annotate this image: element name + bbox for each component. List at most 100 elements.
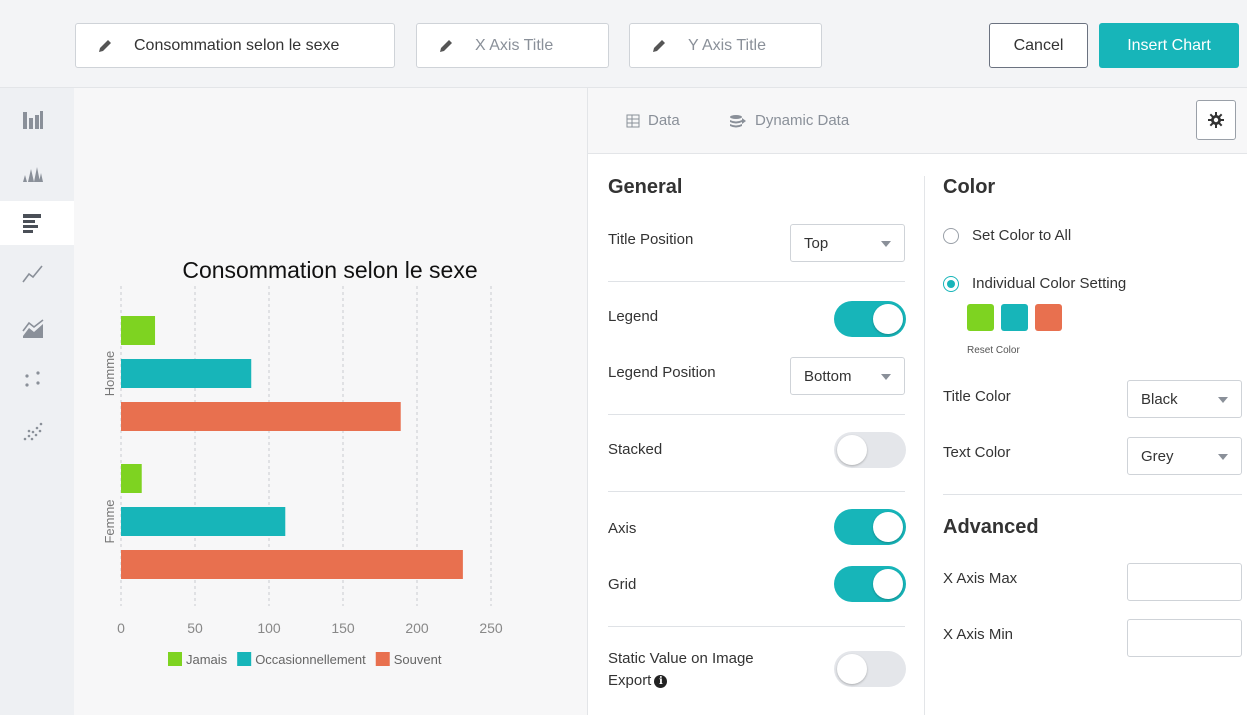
chart-title-input[interactable]: Consommation selon le sexe	[75, 23, 395, 68]
chevron-down-icon	[1218, 397, 1228, 403]
chevron-down-icon	[881, 374, 891, 380]
pencil-icon	[440, 39, 452, 52]
pencil-icon	[653, 39, 665, 52]
reset-color-link[interactable]: Reset Color	[967, 345, 1020, 356]
settings-gear-button[interactable]	[1196, 100, 1236, 140]
x-axis-min-input[interactable]	[1127, 619, 1242, 657]
bubble-scatter-icon[interactable]	[22, 420, 44, 442]
advanced-heading: Advanced	[943, 516, 1039, 538]
chevron-down-icon	[881, 241, 891, 247]
color-heading: Color	[943, 176, 996, 198]
category-label: Femme	[102, 499, 117, 543]
legend-label: Legend	[608, 308, 659, 325]
legend-label: Jamais	[186, 652, 228, 667]
legend-label: Souvent	[394, 652, 442, 667]
x-axis-title-placeholder: X Axis Title	[475, 36, 554, 54]
legend-label: Occasionnellement	[255, 652, 366, 667]
gear-icon	[1208, 112, 1224, 128]
legend-swatch	[375, 652, 390, 666]
legend-toggle[interactable]	[834, 301, 906, 337]
set-color-all-label: Set Color to All	[972, 227, 1072, 244]
stacked-label: Stacked	[608, 441, 663, 458]
x-tick-label: 0	[117, 620, 125, 636]
insert-chart-button[interactable]: Insert Chart	[1099, 23, 1239, 68]
text-color-select[interactable]: Grey	[1127, 437, 1242, 475]
chevron-down-icon	[1218, 454, 1228, 460]
legend-position-value: Bottom	[804, 367, 852, 385]
chart-title-value: Consommation selon le sexe	[134, 36, 340, 54]
title-position-select[interactable]: Top	[790, 224, 905, 262]
bar-chart: Consommation selon le sexe 0 50 100 150 200 25…	[102, 257, 503, 667]
column-divider	[924, 176, 925, 715]
histogram-icon[interactable]	[22, 161, 44, 183]
color-swatch[interactable]	[1035, 304, 1062, 331]
text-color-value: Grey	[1141, 447, 1174, 465]
axis-label: Axis	[608, 520, 637, 537]
static-value-toggle[interactable]	[834, 651, 906, 687]
y-axis-title-input[interactable]: Y Axis Title	[629, 23, 822, 68]
grid-toggle[interactable]	[834, 566, 906, 602]
legend-position-select[interactable]: Bottom	[790, 357, 905, 395]
info-icon[interactable]: i	[654, 674, 668, 688]
cancel-button[interactable]: Cancel	[989, 23, 1088, 68]
pencil-icon	[99, 39, 111, 52]
legend-position-label: Legend Position	[608, 364, 716, 381]
title-color-label: Title Color	[943, 388, 1011, 405]
divider	[608, 281, 905, 282]
database-icon	[730, 114, 746, 127]
static-value-label-line2: Export	[608, 672, 652, 689]
chart-editor-toolbar: Consommation selon le sexe X Axis Title …	[0, 0, 1247, 88]
x-axis-max-label: X Axis Max	[943, 570, 1018, 587]
divider	[608, 626, 905, 627]
tab-data[interactable]: Data	[626, 112, 680, 129]
stacked-toggle[interactable]	[834, 432, 906, 468]
set-color-all-radio[interactable]	[943, 228, 959, 244]
bar	[121, 402, 401, 431]
scatter-icon[interactable]	[22, 368, 44, 390]
x-tick-label: 50	[187, 620, 203, 636]
x-axis-max-input[interactable]	[1127, 563, 1242, 601]
bar	[121, 316, 156, 345]
static-value-label-line1: Static Value on Image	[608, 650, 754, 667]
axis-toggle[interactable]	[834, 509, 906, 545]
color-swatch[interactable]	[1001, 304, 1028, 331]
title-color-select[interactable]: Black	[1127, 380, 1242, 418]
general-heading: General	[608, 176, 683, 198]
x-tick-label: 100	[257, 620, 281, 636]
divider	[608, 414, 905, 415]
static-value-label: Static Value on Image Export i	[608, 648, 754, 692]
table-icon	[626, 114, 640, 127]
y-axis-title-placeholder: Y Axis Title	[688, 36, 766, 54]
x-axis-min-label: X Axis Min	[943, 626, 1014, 643]
x-axis-title-input[interactable]: X Axis Title	[416, 23, 609, 68]
title-color-value: Black	[1141, 390, 1178, 408]
individual-color-radio[interactable]	[943, 276, 959, 292]
grid-label: Grid	[608, 576, 637, 593]
bar	[121, 507, 286, 536]
x-tick-label: 250	[479, 620, 503, 636]
bar	[121, 464, 142, 493]
chart-title: Consommation selon le sexe	[182, 257, 477, 283]
divider	[943, 494, 1242, 495]
area-chart-icon[interactable]	[22, 318, 44, 340]
settings-tabs: Data Dynamic Data	[588, 88, 1247, 154]
x-tick-label: 200	[405, 620, 429, 636]
color-swatch[interactable]	[967, 304, 994, 331]
divider	[608, 491, 905, 492]
tab-dynamic-data[interactable]: Dynamic Data	[729, 112, 849, 129]
settings-panel: Data Dynamic Data General Title Position…	[587, 88, 1247, 715]
category-label: Homme	[102, 351, 117, 397]
title-position-value: Top	[804, 234, 829, 252]
line-chart-icon[interactable]	[22, 262, 44, 284]
legend-swatch	[168, 652, 182, 666]
bar	[121, 550, 463, 579]
column-chart-icon[interactable]	[22, 108, 44, 130]
tab-dynamic-data-label: Dynamic Data	[755, 112, 850, 129]
individual-color-label: Individual Color Setting	[972, 275, 1127, 292]
title-position-label: Title Position	[608, 231, 694, 248]
chart-preview: Consommation selon le sexe 0 50 100 150 200 25…	[74, 88, 587, 715]
text-color-label: Text Color	[943, 444, 1011, 461]
chart-type-rail	[0, 88, 74, 715]
bar-chart-icon[interactable]	[22, 212, 44, 234]
tab-data-label: Data	[648, 112, 680, 129]
